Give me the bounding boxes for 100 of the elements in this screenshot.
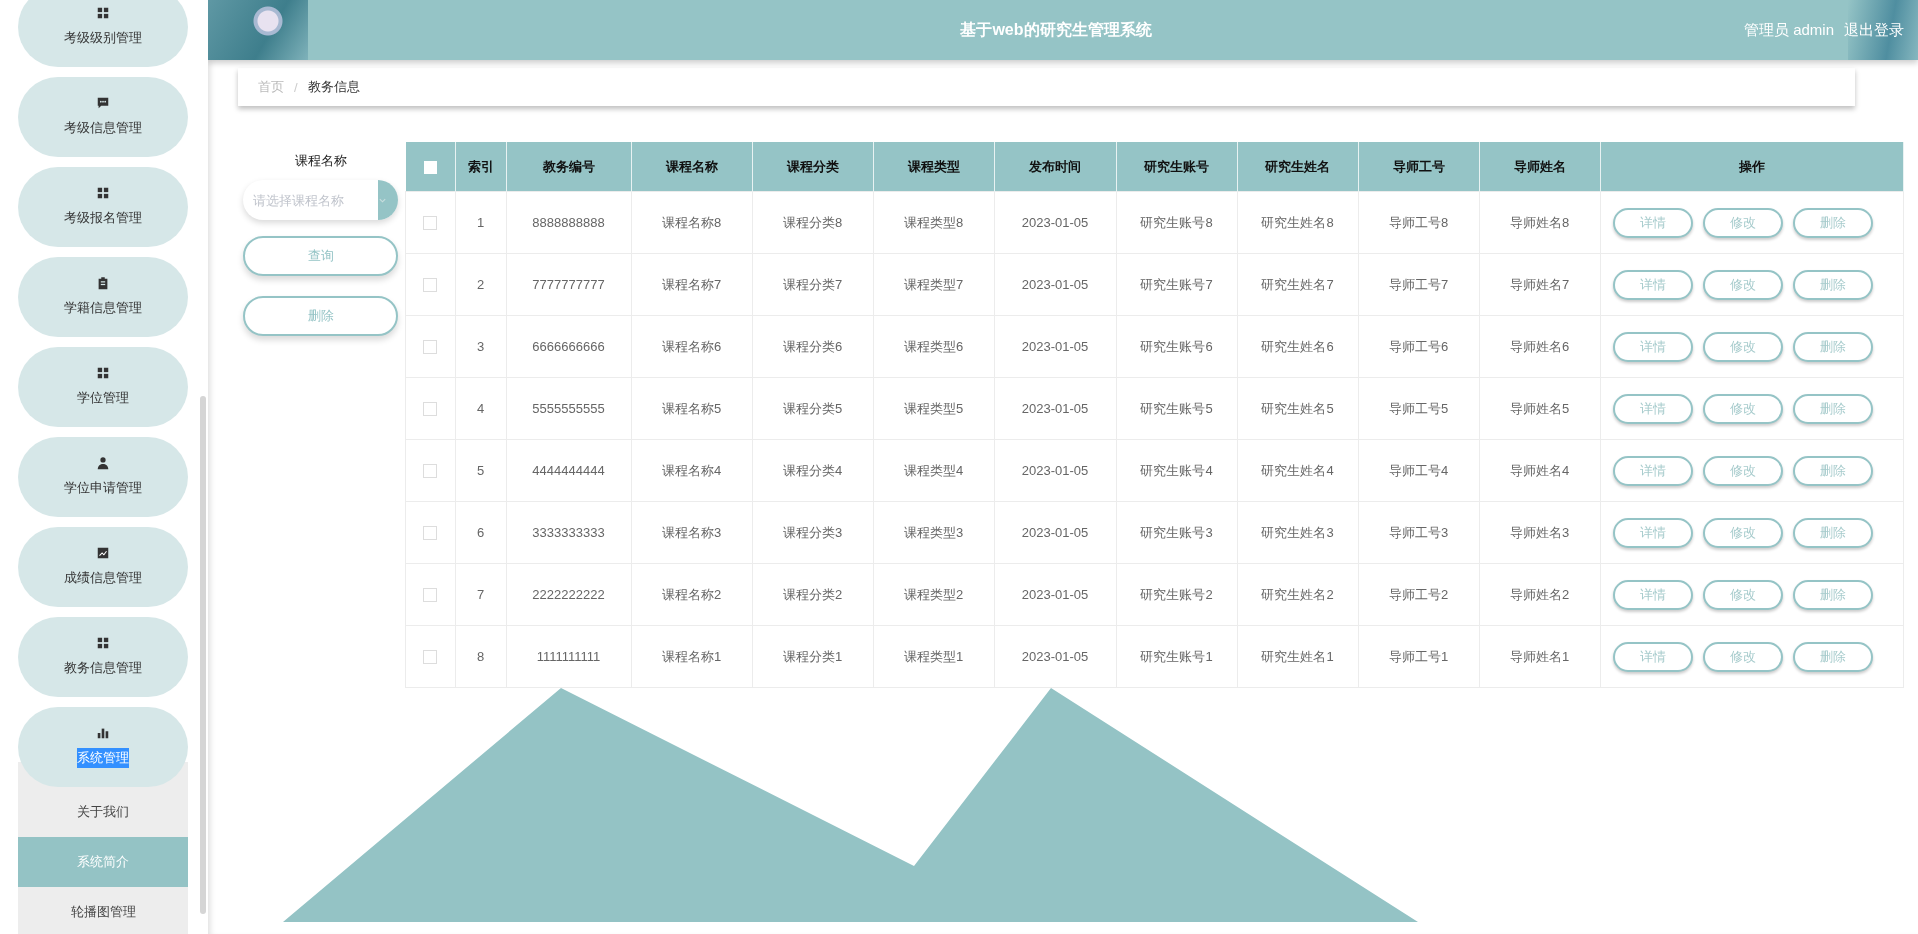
table-cell: 课程分类5 [752,377,873,440]
table-cell: 导师工号7 [1358,253,1479,316]
table-cell: 课程名称5 [631,377,752,440]
table-cell: 课程类型1 [873,625,994,688]
row-checkbox[interactable] [423,402,438,417]
details-button[interactable]: 详情 [1612,641,1693,672]
menu-item[interactable]: 成绩信息管理 [18,527,188,607]
details-button[interactable]: 详情 [1612,579,1693,610]
table-cell: 8 [455,625,506,688]
menu-item[interactable]: 学籍信息管理 [18,257,188,337]
menu-item[interactable]: 学位申请管理 [18,437,188,517]
delete-button[interactable]: 删除 [1792,331,1873,362]
table-cell: 研究生姓名4 [1237,439,1358,502]
table-cell: 2 [455,253,506,316]
table-cell: 导师姓名8 [1479,191,1600,254]
table-cell: 导师姓名1 [1479,625,1600,688]
table-cell: 5555555555 [506,377,631,440]
table-cell: 研究生账号4 [1116,439,1237,502]
table-cell: 课程分类8 [752,191,873,254]
grid-icon [96,366,110,380]
edit-button[interactable]: 修改 [1702,517,1783,548]
row-checkbox[interactable] [423,464,438,479]
delete-button[interactable]: 删除 [1792,393,1873,424]
row-checkbox[interactable] [423,340,438,355]
table-cell: 7777777777 [506,253,631,316]
row-checkbox[interactable] [423,216,438,231]
delete-button[interactable]: 删除 [1792,517,1873,548]
table-cell: 研究生姓名3 [1237,501,1358,564]
table-cell: 3 [455,315,506,378]
menu-item[interactable]: 系统管理 [18,707,188,787]
delete-button[interactable]: 删除 [1792,269,1873,300]
details-button[interactable]: 详情 [1612,393,1693,424]
menu-item[interactable]: 教务信息管理 [18,617,188,697]
edit-button[interactable]: 修改 [1702,641,1783,672]
grid-icon [96,186,110,200]
table-cell: 课程分类2 [752,563,873,626]
breadcrumb-separator: / [294,79,298,95]
table-cell: 课程分类4 [752,439,873,502]
row-checkbox[interactable] [423,588,438,603]
column-header: 索引 [455,142,506,192]
logout-link[interactable]: 退出登录 [1844,20,1904,40]
table-cell: 课程类型7 [873,253,994,316]
search-button[interactable]: 查询 [243,236,398,276]
delete-button[interactable]: 删除 [1792,579,1873,610]
details-button[interactable]: 详情 [1612,269,1693,300]
details-button[interactable]: 详情 [1612,331,1693,362]
row-checkbox[interactable] [423,526,438,541]
table-cell: 导师工号5 [1358,377,1479,440]
delete-button[interactable]: 删除 [1792,641,1873,672]
submenu-item[interactable]: 关于我们 [18,787,188,837]
delete-button[interactable]: 删除 [1792,455,1873,486]
menu-item[interactable]: 学位管理 [18,347,188,427]
table-cell: 课程类型5 [873,377,994,440]
edit-button[interactable]: 修改 [1702,331,1783,362]
table-cell: 课程类型8 [873,191,994,254]
details-button[interactable]: 详情 [1612,517,1693,548]
select-all-checkbox[interactable] [423,161,437,175]
submenu-item[interactable]: 轮播图管理 [18,887,188,934]
table-cell: 导师姓名4 [1479,439,1600,502]
menu-item[interactable]: 考级信息管理 [18,77,188,157]
menu-item[interactable]: 考级报名管理 [18,167,188,247]
table-cell: 课程分类1 [752,625,873,688]
details-button[interactable]: 详情 [1612,207,1693,238]
table-cell: 研究生账号3 [1116,501,1237,564]
table-cell: 研究生账号5 [1116,377,1237,440]
column-header: 导师工号 [1358,142,1479,192]
dropdown-toggle[interactable] [378,180,398,220]
app-title: 基于web的研究生管理系统 [959,19,1153,40]
table-cell: 导师姓名7 [1479,253,1600,316]
table-cell: 2023-01-05 [994,501,1116,564]
table-cell: 1 [455,191,506,254]
table-cell: 导师姓名3 [1479,501,1600,564]
breadcrumb-link[interactable]: 首页 [258,78,284,96]
edit-button[interactable]: 修改 [1702,269,1783,300]
table-cell: 研究生姓名6 [1237,315,1358,378]
edit-button[interactable]: 修改 [1702,579,1783,610]
chart-icon [96,546,110,560]
column-header: 课程类型 [873,142,994,192]
table-cell: 课程名称1 [631,625,752,688]
menu-item[interactable]: 考级级别管理 [18,0,188,67]
table-cell: 导师工号8 [1358,191,1479,254]
table-cell: 导师姓名2 [1479,563,1600,626]
table-cell: 2023-01-05 [994,439,1116,502]
row-checkbox[interactable] [423,650,438,665]
table-cell: 课程名称6 [631,315,752,378]
table-cell: 4444444444 [506,439,631,502]
table-cell: 研究生账号2 [1116,563,1237,626]
scrollbar[interactable] [200,396,206,914]
table-cell: 研究生姓名2 [1237,563,1358,626]
row-checkbox[interactable] [423,278,438,293]
delete-button[interactable]: 删除 [1792,207,1873,238]
table-cell: 6 [455,501,506,564]
edit-button[interactable]: 修改 [1702,207,1783,238]
edit-button[interactable]: 修改 [1702,393,1783,424]
details-button[interactable]: 详情 [1612,455,1693,486]
submenu-item[interactable]: 系统简介 [18,837,188,887]
table-cell: 2222222222 [506,563,631,626]
table-cell: 研究生姓名8 [1237,191,1358,254]
delete-button[interactable]: 删除 [243,296,398,336]
edit-button[interactable]: 修改 [1702,455,1783,486]
